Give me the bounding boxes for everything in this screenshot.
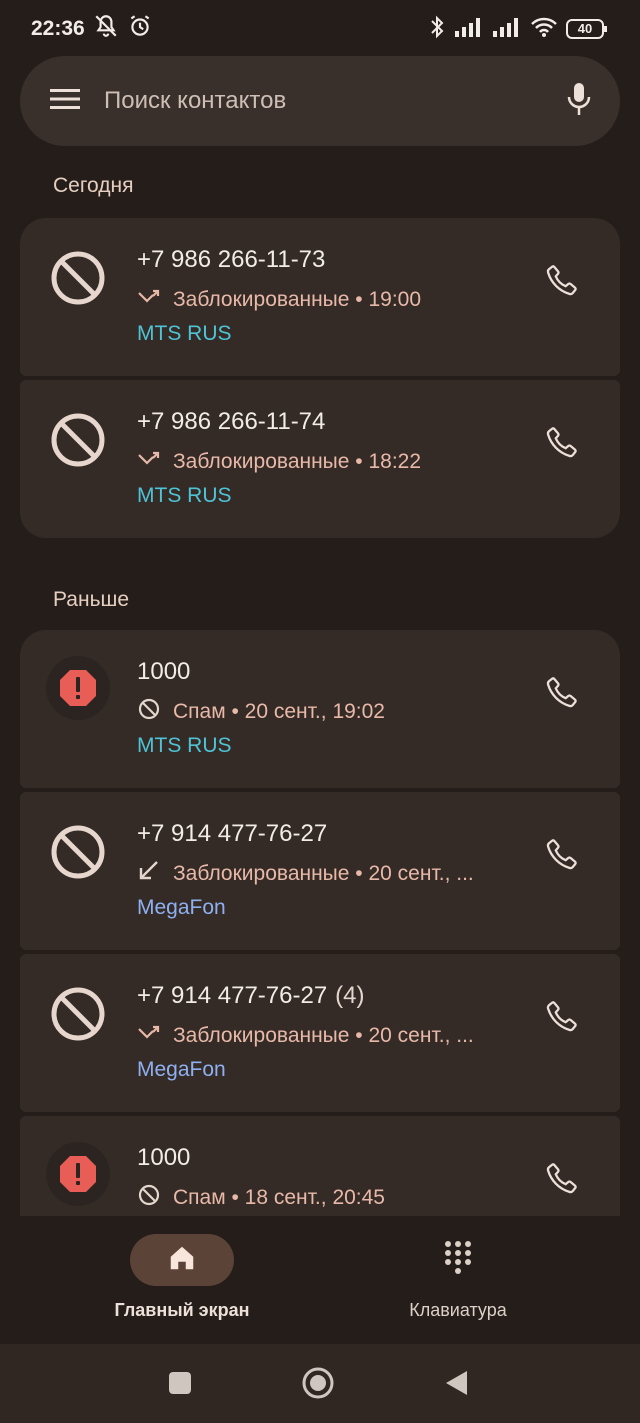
phone-icon (546, 427, 577, 458)
notifications-off-icon (93, 13, 119, 45)
call-status: Заблокированные • 20 сент., ... (173, 862, 474, 885)
home-circle-icon[interactable] (301, 1366, 335, 1400)
caller-number: +7 986 266-11-74 (137, 408, 325, 436)
call-back-button[interactable] (540, 670, 584, 714)
phone-icon (546, 1163, 577, 1194)
call-log-item[interactable]: 1000 Спам • 18 сент., 20:45 (20, 1116, 620, 1216)
search-bar[interactable]: Поиск контактов (20, 56, 620, 146)
call-status: Заблокированные • 19:00 (173, 288, 422, 311)
call-back-button[interactable] (540, 832, 584, 876)
mic-icon[interactable] (566, 82, 592, 121)
call-log-item[interactable]: +7 986 266-11-73 Заблокированные • 19:00 M… (20, 218, 620, 376)
signal-icon (454, 16, 484, 43)
caller-number-text: +7 914 477-76-27 (137, 820, 328, 847)
spam-warning-icon[interactable] (46, 1142, 110, 1206)
caller-number: +7 914 477-76-27 (4) (137, 982, 365, 1010)
phone-icon (546, 677, 577, 708)
call-log-item[interactable]: +7 914 477-76-27 (4) Заблокированные • 20 … (20, 954, 620, 1112)
section-title-earlier: Раньше (53, 588, 130, 611)
missed-call-icon (137, 1023, 161, 1049)
call-log-item[interactable]: +7 914 477-76-27 Заблокированные • 20 сен… (20, 792, 620, 950)
blocked-contact-icon[interactable] (46, 820, 110, 884)
wifi-icon (530, 16, 558, 43)
alarm-icon (127, 13, 153, 45)
call-status: Спам • 18 сент., 20:45 (173, 1186, 385, 1209)
dialpad-icon (443, 1240, 473, 1281)
blocked-contact-icon[interactable] (46, 982, 110, 1046)
spam-warning-icon[interactable] (46, 656, 110, 720)
carrier-label: MegaFon (137, 1058, 226, 1081)
call-back-button[interactable] (540, 420, 584, 464)
carrier-label: MTS RUS (137, 484, 232, 507)
call-status: Спам • 20 сент., 19:02 (173, 700, 385, 723)
nav-keypad[interactable]: Клавиатура (368, 1234, 548, 1321)
bluetooth-icon (428, 15, 446, 44)
caller-number: +7 914 477-76-27 (137, 820, 327, 848)
call-meta: Спам • 20 сент., 19:02 (137, 698, 517, 726)
call-back-button[interactable] (540, 1156, 584, 1200)
call-count: (4) (335, 982, 365, 1009)
block-small-icon (137, 698, 161, 726)
call-status: Заблокированные • 18:22 (173, 450, 422, 473)
call-meta: Заблокированные • 20 сент., ... (137, 860, 517, 888)
nav-keypad-label: Клавиатура (409, 1300, 507, 1320)
caller-number-text: 1000 (137, 1144, 191, 1171)
back-icon[interactable] (441, 1368, 471, 1398)
missed-call-icon (137, 449, 161, 475)
clock: 22:36 (31, 17, 85, 40)
call-list-earlier: 1000 Спам • 20 сент., 19:02 MTS RUS +7 914 … (20, 630, 620, 1216)
signal-icon (492, 16, 522, 43)
bottom-navigation: Главный экран Клавиатура (0, 1216, 640, 1344)
carrier-label: MTS RUS (137, 322, 232, 345)
menu-icon[interactable] (50, 88, 80, 115)
nav-home-indicator[interactable] (130, 1234, 234, 1286)
home-icon (167, 1243, 197, 1278)
blocked-contact-icon[interactable] (46, 408, 110, 472)
call-log-item[interactable]: +7 986 266-11-74 Заблокированные • 18:22 M… (20, 380, 620, 538)
nav-home-label: Главный экран (114, 1300, 250, 1320)
battery-icon: 40 (566, 18, 608, 40)
nav-home[interactable]: Главный экран (92, 1234, 272, 1321)
caller-number: +7 986 266-11-73 (137, 246, 325, 274)
caller-number: 1000 (137, 1144, 190, 1172)
call-list-today: +7 986 266-11-73 Заблокированные • 19:00 M… (20, 218, 620, 538)
call-list-scroll[interactable]: 1000 Спам • 20 сент., 19:02 MTS RUS +7 914 … (0, 630, 640, 1216)
recents-icon[interactable] (165, 1368, 195, 1398)
call-back-button[interactable] (540, 258, 584, 302)
blocked-contact-icon[interactable] (46, 246, 110, 310)
caller-number: 1000 (137, 658, 190, 686)
call-meta: Заблокированные • 18:22 (137, 448, 517, 476)
section-title-today: Сегодня (53, 174, 134, 197)
call-log-item[interactable]: 1000 Спам • 20 сент., 19:02 MTS RUS (20, 630, 620, 788)
caller-number-text: +7 986 266-11-73 (137, 246, 326, 273)
missed-call-icon (137, 287, 161, 313)
system-navigation-bar (0, 1344, 640, 1423)
caller-number-text: +7 986 266-11-74 (137, 408, 326, 435)
call-back-button[interactable] (540, 994, 584, 1038)
incoming-call-icon (137, 860, 161, 888)
carrier-label: MegaFon (137, 896, 226, 919)
phone-icon (546, 839, 577, 870)
status-bar: 22:36 40 (0, 0, 640, 58)
phone-icon (546, 1001, 577, 1032)
block-small-icon (137, 1184, 161, 1212)
call-meta: Спам • 18 сент., 20:45 (137, 1184, 517, 1212)
call-meta: Заблокированные • 20 сент., ... (137, 1022, 517, 1050)
caller-number-text: +7 914 477-76-27 (137, 982, 328, 1009)
search-input[interactable]: Поиск контактов (104, 87, 566, 115)
call-status: Заблокированные • 20 сент., ... (173, 1024, 474, 1047)
caller-number-text: 1000 (137, 658, 191, 685)
battery-level: 40 (577, 21, 593, 36)
call-meta: Заблокированные • 19:00 (137, 286, 517, 314)
carrier-label: MTS RUS (137, 734, 232, 757)
phone-icon (546, 265, 577, 296)
